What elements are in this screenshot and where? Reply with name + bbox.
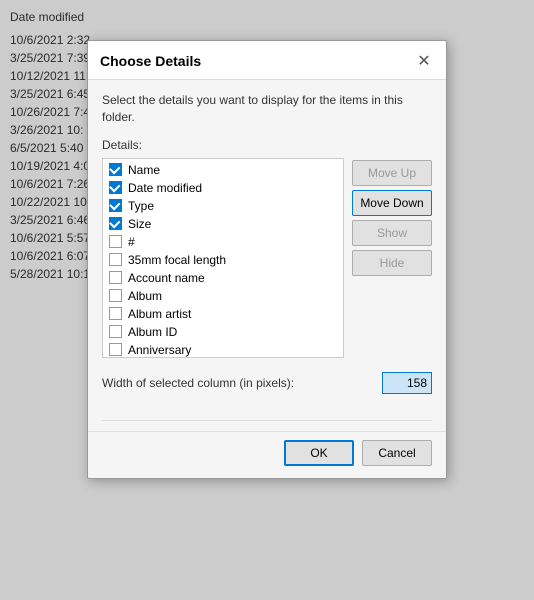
hide-button[interactable]: Hide: [352, 250, 432, 276]
list-item[interactable]: Type: [103, 197, 343, 215]
move-up-button[interactable]: Move Up: [352, 160, 432, 186]
close-button[interactable]: ✕: [414, 51, 434, 71]
choose-details-dialog: Choose Details ✕ Select the details you …: [87, 40, 447, 479]
cancel-button[interactable]: Cancel: [362, 440, 432, 466]
dialog-body: Select the details you want to display f…: [88, 80, 446, 420]
dialog-titlebar: Choose Details ✕: [88, 41, 446, 80]
dialog-footer: OK Cancel: [88, 431, 446, 478]
list-item-label: #: [128, 235, 135, 249]
side-buttons: Move Up Move Down Show Hide: [352, 158, 432, 358]
checkbox-album[interactable]: [109, 289, 122, 302]
list-item[interactable]: Date modified: [103, 179, 343, 197]
checkbox-anniversary[interactable]: [109, 343, 122, 356]
list-item[interactable]: Account name: [103, 269, 343, 287]
checkbox-name[interactable]: [109, 163, 122, 176]
checkbox-type[interactable]: [109, 199, 122, 212]
show-button[interactable]: Show: [352, 220, 432, 246]
list-item[interactable]: #: [103, 233, 343, 251]
list-item[interactable]: Size: [103, 215, 343, 233]
list-item[interactable]: Name: [103, 161, 343, 179]
move-down-button[interactable]: Move Down: [352, 190, 432, 216]
list-item-label: 35mm focal length: [128, 253, 226, 267]
checkbox-date-modified[interactable]: [109, 181, 122, 194]
list-item-label: Name: [128, 163, 160, 177]
list-item-label: Type: [128, 199, 154, 213]
details-section: Name Date modified Type Size #35mm focal len…: [102, 158, 432, 358]
details-list[interactable]: Name Date modified Type Size #35mm focal len…: [102, 158, 344, 358]
checkbox-#[interactable]: [109, 235, 122, 248]
list-item-label: Anniversary: [128, 343, 191, 357]
dialog-title: Choose Details: [100, 53, 201, 69]
list-item-label: Account name: [128, 271, 205, 285]
checkbox-account-name[interactable]: [109, 271, 122, 284]
checkbox-album-id[interactable]: [109, 325, 122, 338]
list-item-label: Date modified: [128, 181, 202, 195]
checkbox-album-artist[interactable]: [109, 307, 122, 320]
width-row: Width of selected column (in pixels):: [102, 372, 432, 394]
width-label: Width of selected column (in pixels):: [102, 376, 294, 390]
dialog-overlay: Choose Details ✕ Select the details you …: [0, 0, 534, 600]
details-label: Details:: [102, 138, 432, 152]
list-item-label: Size: [128, 217, 151, 231]
list-item-label: Album: [128, 289, 162, 303]
checkbox-35mm-focal-length[interactable]: [109, 253, 122, 266]
checkbox-size[interactable]: [109, 217, 122, 230]
dialog-description: Select the details you want to display f…: [102, 92, 432, 126]
list-item[interactable]: Album ID: [103, 323, 343, 341]
separator: [102, 420, 432, 421]
width-input[interactable]: [382, 372, 432, 394]
list-item[interactable]: Album artist: [103, 305, 343, 323]
ok-button[interactable]: OK: [284, 440, 354, 466]
list-item[interactable]: 35mm focal length: [103, 251, 343, 269]
list-item-label: Album ID: [128, 325, 177, 339]
list-item[interactable]: Album: [103, 287, 343, 305]
list-item[interactable]: Anniversary: [103, 341, 343, 358]
list-item-label: Album artist: [128, 307, 191, 321]
